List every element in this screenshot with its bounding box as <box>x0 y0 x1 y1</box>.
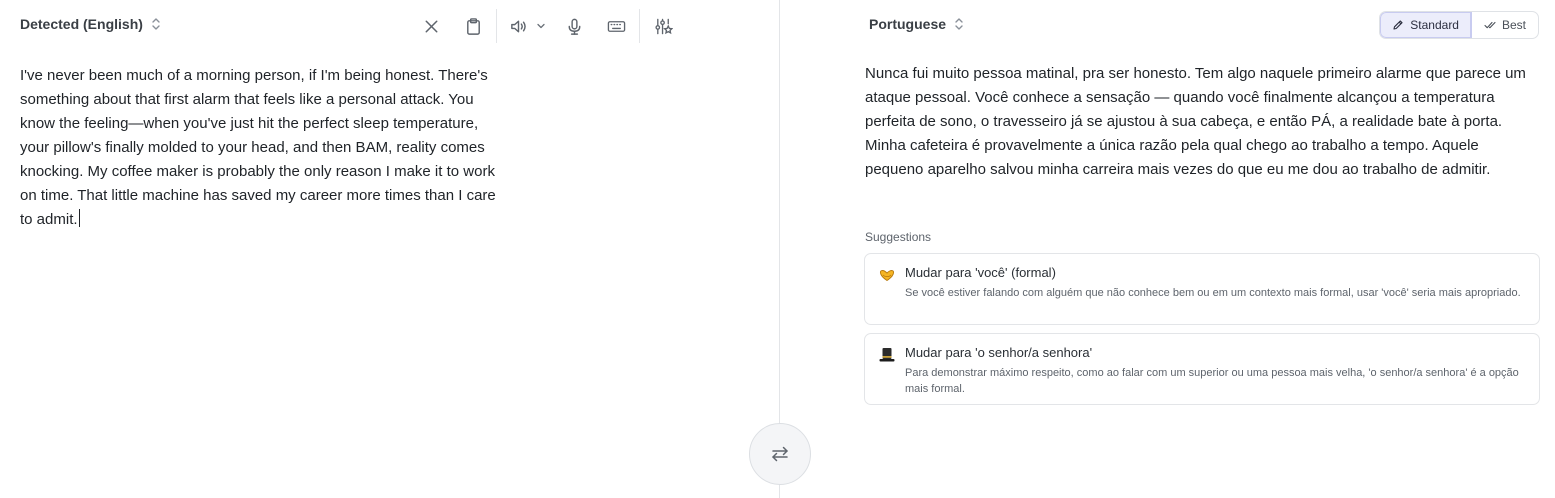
clipboard-icon <box>466 17 480 35</box>
keyboard-button[interactable] <box>599 9 633 43</box>
voice-options-dropdown[interactable] <box>533 9 549 43</box>
target-language-selector[interactable]: Portuguese <box>869 16 964 32</box>
source-language-label: Detected (English) <box>20 16 143 32</box>
pencil-icon <box>1393 20 1403 30</box>
source-text-content: I've never been much of a morning person… <box>20 67 496 228</box>
suggestion-description: Para demonstrar máximo respeito, como ao… <box>905 367 1519 395</box>
toolbar-divider <box>496 9 497 43</box>
double-check-icon <box>1484 21 1496 29</box>
standard-mode-label: Standard <box>1410 18 1459 32</box>
chevron-up-down-icon <box>955 18 963 30</box>
chevron-up-down-icon <box>152 18 160 30</box>
suggestion-card[interactable]: Mudar para 'o senhor/a senhora' Para dem… <box>864 333 1540 405</box>
source-toolbar <box>414 8 680 44</box>
top-hat-icon <box>879 348 895 362</box>
best-mode-button[interactable]: Best <box>1472 12 1538 38</box>
swap-arrows-icon <box>772 446 788 462</box>
translated-text: Nunca fui muito pessoa matinal, pra ser … <box>865 65 1526 178</box>
source-pane: Detected (English) I've never been much … <box>0 0 779 498</box>
paste-button[interactable] <box>456 9 490 43</box>
close-icon <box>425 20 437 32</box>
translation-mode-toggle: Standard Best <box>1379 11 1539 39</box>
target-language-label: Portuguese <box>869 16 947 32</box>
toolbar-divider <box>639 9 640 43</box>
clear-button[interactable] <box>414 9 448 43</box>
heart-hands-icon <box>879 270 895 282</box>
standard-mode-button[interactable]: Standard <box>1380 12 1472 38</box>
keyboard-icon <box>607 20 625 32</box>
settings-button[interactable] <box>646 9 680 43</box>
chevron-down-icon <box>537 23 545 29</box>
microphone-icon <box>568 18 580 35</box>
speaker-icon <box>510 20 526 32</box>
suggestion-card[interactable]: Mudar para 'você' (formal) Se você estiv… <box>864 253 1540 325</box>
settings-sliders-icon <box>654 18 673 34</box>
source-text-input[interactable]: I've never been much of a morning person… <box>20 64 540 232</box>
microphone-button[interactable] <box>557 9 591 43</box>
best-mode-label: Best <box>1501 18 1526 32</box>
suggestions-heading: Suggestions <box>865 230 932 244</box>
suggestion-description: Se você estiver falando com alguém que n… <box>905 287 1521 299</box>
text-cursor <box>78 209 80 227</box>
suggestion-title: Mudar para 'você' (formal) <box>905 265 1056 280</box>
swap-languages-button[interactable] <box>749 423 811 485</box>
source-language-selector[interactable]: Detected (English) <box>20 16 161 32</box>
target-pane: Portuguese Standard Best Nunca fui muito… <box>780 0 1555 498</box>
listen-button[interactable] <box>503 9 533 43</box>
suggestion-title: Mudar para 'o senhor/a senhora' <box>905 345 1093 360</box>
